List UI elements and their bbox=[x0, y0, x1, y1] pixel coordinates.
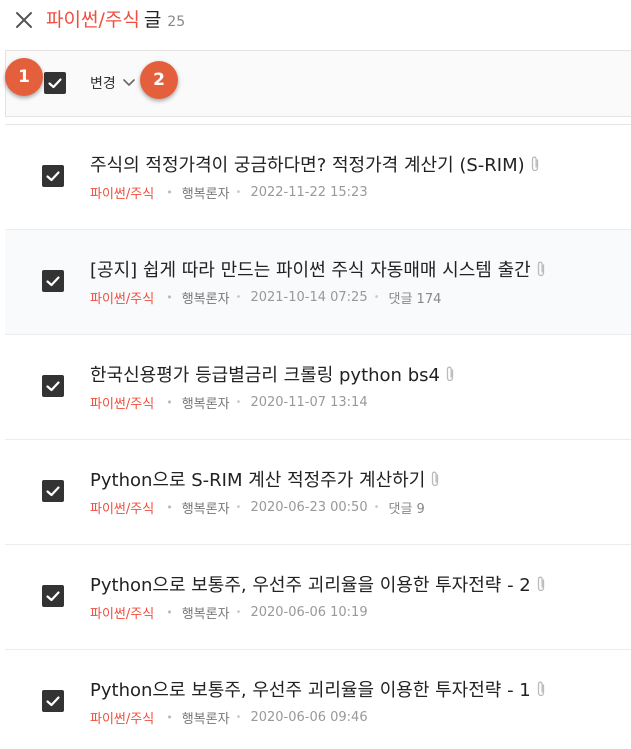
separator-dot: • bbox=[166, 186, 173, 199]
separator-dot: • bbox=[166, 606, 173, 619]
post-author: 행복론자 bbox=[181, 502, 230, 517]
page-header: 파이썬/주식 글 25 bbox=[0, 0, 631, 44]
post-date: 2020-06-23 00:50 bbox=[250, 500, 368, 515]
post-meta: 파이썬/주식 • 행복론자 • 2020-06-06 09:46 bbox=[90, 708, 368, 727]
post-category[interactable]: 파이썬/주식 bbox=[90, 393, 154, 412]
separator-dot: • bbox=[235, 607, 242, 618]
separator-dot: • bbox=[166, 501, 173, 514]
annotation-marker-1: 1 bbox=[5, 58, 43, 96]
post-title-link[interactable]: Python으로 보통주, 우선주 괴리율을 이용한 투자전략 - 2 bbox=[90, 571, 546, 597]
post-checkbox[interactable] bbox=[42, 690, 64, 712]
post-meta: 파이썬/주식 • 행복론자 • 2021-10-14 07:25 • 댓글 174 bbox=[90, 288, 441, 307]
separator-dot: • bbox=[235, 712, 242, 723]
chevron-down-icon bbox=[122, 79, 135, 87]
post-comment-count[interactable]: 댓글 9 bbox=[389, 498, 425, 517]
post-title: 한국신용평가 등급별금리 크롤링 python bs4 bbox=[90, 365, 440, 386]
post-category[interactable]: 파이썬/주식 bbox=[90, 183, 154, 202]
post-author: 행복론자 bbox=[181, 292, 230, 307]
post-title: Python으로 보통주, 우선주 괴리율을 이용한 투자전략 - 1 bbox=[90, 680, 531, 701]
change-label: 변경 bbox=[90, 76, 116, 92]
post-meta: 파이썬/주식 • 행복론자 • 2020-06-06 10:19 bbox=[90, 603, 368, 622]
post-title-link[interactable]: [공지] 쉽게 따라 만드는 파이썬 주식 자동매매 시스템 출간 bbox=[90, 256, 546, 282]
check-icon bbox=[46, 171, 60, 182]
post-row: Python으로 보통주, 우선주 괴리율을 이용한 투자전략 - 2 파이썬/… bbox=[5, 545, 631, 650]
post-checkbox[interactable] bbox=[42, 480, 64, 502]
post-title: [공지] 쉽게 따라 만드는 파이썬 주식 자동매매 시스템 출간 bbox=[90, 260, 531, 281]
post-category[interactable]: 파이썬/주식 bbox=[90, 603, 154, 622]
post-date: 2020-06-06 09:46 bbox=[250, 710, 368, 725]
post-author: 행복론자 bbox=[181, 397, 230, 412]
post-row: 한국신용평가 등급별금리 크롤링 python bs4 파이썬/주식 • 행복론자 •… bbox=[5, 335, 631, 440]
post-checkbox[interactable] bbox=[42, 270, 64, 292]
annotation-marker-2: 2 bbox=[140, 61, 178, 99]
selection-toolbar: 변경 bbox=[5, 50, 631, 117]
separator-dot: • bbox=[235, 502, 242, 513]
separator-dot: • bbox=[373, 292, 380, 303]
post-category[interactable]: 파이썬/주식 bbox=[90, 498, 154, 517]
check-icon bbox=[48, 78, 62, 89]
post-row: Python으로 S-RIM 계산 적정주가 계산하기 파이썬/주식 • 행복론자 •… bbox=[5, 440, 631, 545]
separator-dot: • bbox=[166, 711, 173, 724]
post-checkbox[interactable] bbox=[42, 165, 64, 187]
post-title-link[interactable]: Python으로 S-RIM 계산 적정주가 계산하기 bbox=[90, 466, 440, 492]
post-meta: 파이썬/주식 • 행복론자 • 2020-06-23 00:50 • 댓글 9 bbox=[90, 498, 425, 517]
post-date: 2020-06-06 10:19 bbox=[250, 605, 368, 620]
post-row: Python으로 보통주, 우선주 괴리율을 이용한 투자전략 - 1 파이썬/… bbox=[5, 650, 631, 749]
close-icon bbox=[16, 12, 32, 28]
post-category[interactable]: 파이썬/주식 bbox=[90, 708, 154, 727]
paperclip-icon bbox=[537, 681, 544, 697]
post-title-link[interactable]: 한국신용평가 등급별금리 크롤링 python bs4 bbox=[90, 361, 455, 387]
post-author: 행복론자 bbox=[181, 607, 230, 622]
check-icon bbox=[46, 486, 60, 497]
paperclip-icon bbox=[432, 471, 439, 487]
separator-dot: • bbox=[166, 396, 173, 409]
post-checkbox[interactable] bbox=[42, 585, 64, 607]
change-dropdown-button[interactable]: 변경 bbox=[90, 71, 136, 95]
post-author: 행복론자 bbox=[181, 712, 230, 727]
paperclip-icon bbox=[537, 261, 544, 277]
select-all-checkbox[interactable] bbox=[44, 72, 66, 94]
post-checkbox[interactable] bbox=[42, 375, 64, 397]
separator-dot: • bbox=[166, 291, 173, 304]
post-comment-count[interactable]: 댓글 174 bbox=[389, 288, 442, 307]
title-suffix: 글 bbox=[143, 9, 162, 31]
post-title: Python으로 S-RIM 계산 적정주가 계산하기 bbox=[90, 470, 426, 491]
post-meta: 파이썬/주식 • 행복론자 • 2022-11-22 15:23 bbox=[90, 183, 368, 202]
title-category[interactable]: 파이썬/주식 bbox=[46, 9, 140, 31]
post-title: 주식의 적정가격이 궁금하다면? 적정가격 계산기 (S-RIM) bbox=[90, 155, 525, 176]
post-title: Python으로 보통주, 우선주 괴리율을 이용한 투자전략 - 2 bbox=[90, 575, 531, 596]
post-meta: 파이썬/주식 • 행복론자 • 2020-11-07 13:14 bbox=[90, 393, 368, 412]
check-icon bbox=[46, 276, 60, 287]
separator-dot: • bbox=[373, 502, 380, 513]
post-author: 행복론자 bbox=[181, 187, 230, 202]
page-title: 파이썬/주식 글 25 bbox=[46, 6, 185, 36]
post-title-link[interactable]: 주식의 적정가격이 궁금하다면? 적정가격 계산기 (S-RIM) bbox=[90, 151, 540, 177]
paperclip-icon bbox=[446, 366, 454, 382]
post-count: 25 bbox=[167, 14, 186, 30]
separator-dot: • bbox=[235, 187, 242, 198]
separator-dot: • bbox=[235, 292, 242, 303]
post-category[interactable]: 파이썬/주식 bbox=[90, 288, 154, 307]
post-date: 2021-10-14 07:25 bbox=[250, 290, 368, 305]
post-title-link[interactable]: Python으로 보통주, 우선주 괴리율을 이용한 투자전략 - 1 bbox=[90, 676, 546, 702]
check-icon bbox=[46, 381, 60, 392]
paperclip-icon bbox=[531, 156, 538, 172]
close-button[interactable] bbox=[12, 8, 36, 32]
separator-dot: • bbox=[235, 397, 242, 408]
post-date: 2022-11-22 15:23 bbox=[250, 185, 368, 200]
post-row: 주식의 적정가격이 궁금하다면? 적정가격 계산기 (S-RIM) 파이썬/주식… bbox=[5, 125, 631, 230]
post-date: 2020-11-07 13:14 bbox=[250, 395, 368, 410]
post-row: [공지] 쉽게 따라 만드는 파이썬 주식 자동매매 시스템 출간 파이썬/주식… bbox=[5, 230, 631, 335]
check-icon bbox=[46, 591, 60, 602]
paperclip-icon bbox=[537, 576, 544, 592]
check-icon bbox=[46, 696, 60, 707]
post-list: 주식의 적정가격이 궁금하다면? 적정가격 계산기 (S-RIM) 파이썬/주식… bbox=[5, 124, 631, 749]
